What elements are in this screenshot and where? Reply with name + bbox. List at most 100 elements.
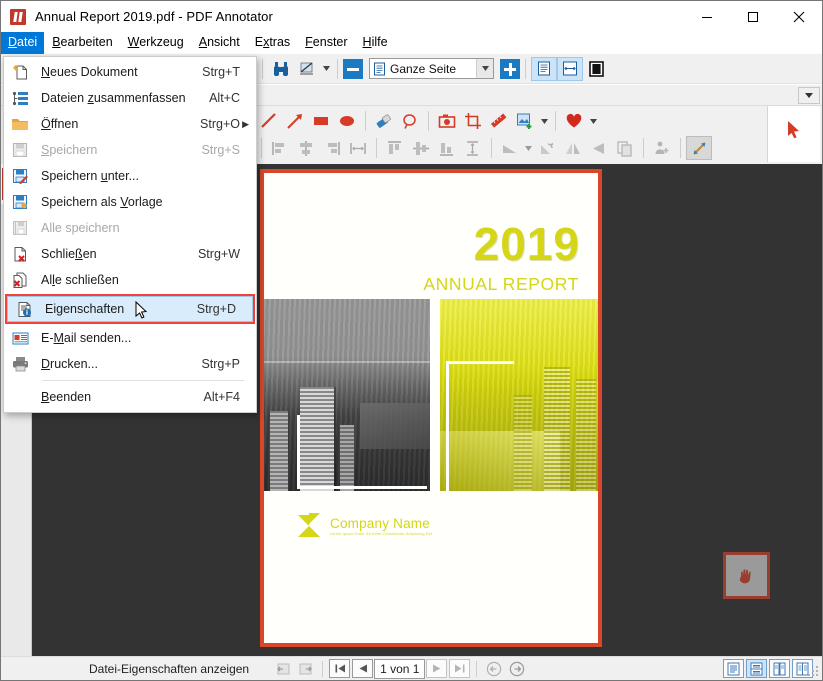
align-center-h-icon[interactable]	[293, 136, 319, 160]
menu-item-drucken[interactable]: Drucken... Strg+P	[4, 351, 256, 377]
first-page-icon[interactable]	[329, 659, 351, 678]
chevron-down-icon[interactable]	[476, 59, 493, 78]
toolbar-separator	[262, 58, 263, 79]
menu-fenster[interactable]: Fenster	[298, 32, 354, 54]
heart-dropdown-arrow[interactable]	[587, 118, 599, 124]
fit-width-icon[interactable]	[557, 56, 583, 81]
menu-item-schliessen[interactable]: Schließen Strg+W	[4, 241, 256, 267]
menu-item-label: Alle speichern	[41, 221, 120, 235]
align-separator-0	[261, 138, 262, 158]
ellipse-icon[interactable]	[334, 109, 360, 133]
pdf-page[interactable]: 2019 ANNUAL REPORT Company Name Lorem Ip…	[260, 169, 602, 647]
view-single-icon[interactable]	[723, 659, 744, 678]
menu-ansicht[interactable]: Ansicht	[192, 32, 247, 54]
align-separator-3	[643, 138, 644, 158]
duplicate-icon[interactable]	[612, 136, 638, 160]
chart-dropdown-arrow[interactable]	[320, 66, 332, 71]
menu-item-oeffnen[interactable]: Öffnen Strg+O ▶	[4, 111, 256, 137]
menu-item-neues-dokument[interactable]: Neues Dokument Strg+T	[4, 59, 256, 85]
heart-stamp-icon[interactable]	[561, 109, 587, 133]
flip-vertical-icon[interactable]	[560, 136, 586, 160]
lasso-icon[interactable]	[397, 109, 423, 133]
rectangle-icon[interactable]	[308, 109, 334, 133]
menu-item-label: Speichern	[41, 143, 98, 157]
align-middle-v-icon[interactable]	[408, 136, 434, 160]
camera-icon[interactable]	[434, 109, 460, 133]
align-separator-2	[491, 138, 492, 158]
rotate-right-icon[interactable]	[534, 136, 560, 160]
align-top-icon[interactable]	[382, 136, 408, 160]
menu-item-beenden[interactable]: Beenden Alt+F4	[4, 384, 256, 410]
menu-werkzeug[interactable]: Werkzeug	[121, 32, 191, 54]
pan-hand-icon[interactable]	[723, 552, 770, 599]
menu-item-label: Schließen	[41, 247, 97, 261]
fit-page-icon[interactable]	[531, 56, 557, 81]
merge-files-icon	[4, 85, 36, 111]
zoom-combobox[interactable]: Ganze Seite	[369, 58, 494, 79]
menu-datei-label-rest: atei	[17, 35, 38, 49]
menu-item-speichern[interactable]: Speichern Strg+S	[4, 137, 256, 163]
eraser-icon[interactable]	[371, 109, 397, 133]
view-facing-icon[interactable]	[769, 659, 790, 678]
next-page-icon[interactable]	[426, 659, 448, 678]
print-icon	[4, 351, 36, 377]
menubar: Datei Bearbeiten Werkzeug Ansicht Extras…	[1, 32, 822, 54]
menu-bearbeiten[interactable]: Bearbeiten	[45, 32, 119, 54]
exit-icon	[4, 384, 36, 410]
zoom-in-button[interactable]	[500, 58, 520, 79]
arrow-icon[interactable]	[282, 109, 308, 133]
find-binoculars-icon[interactable]	[268, 57, 294, 81]
menu-item-accel: Alt+F4	[203, 390, 240, 404]
cover-photo-grayscale	[264, 299, 430, 491]
close-all-icon	[4, 267, 36, 293]
view-continuous-icon[interactable]	[746, 659, 767, 678]
menu-item-eigenschaften[interactable]: Eigenschaften Strg+D	[7, 296, 253, 322]
menu-item-alle-speichern[interactable]: Alle speichern	[4, 215, 256, 241]
back-view-icon[interactable]	[272, 659, 293, 678]
align-right-icon[interactable]	[319, 136, 345, 160]
group-icon[interactable]	[649, 136, 675, 160]
menu-item-dateien-zusammenfassen[interactable]: Dateien zusammenfassen Alt+C	[4, 85, 256, 111]
stamp-dropdown-arrow[interactable]	[538, 118, 550, 124]
menu-item-label: Speichern unter...	[41, 169, 139, 183]
crop-icon[interactable]	[460, 109, 486, 133]
zoom-out-button[interactable]	[343, 58, 363, 79]
align-left-icon[interactable]	[267, 136, 293, 160]
distribute-h-icon[interactable]	[345, 136, 371, 160]
menu-item-label: Beenden	[41, 390, 92, 404]
forward-view-icon[interactable]	[295, 659, 316, 678]
menu-item-speichern-als-vorlage[interactable]: Speichern als Vorlage	[4, 189, 256, 215]
ruler-icon[interactable]	[486, 109, 512, 133]
previous-page-icon[interactable]	[352, 659, 374, 678]
flip-horizontal-icon[interactable]	[586, 136, 612, 160]
minimize-button[interactable]	[684, 1, 730, 32]
distribute-v-icon[interactable]	[460, 136, 486, 160]
pointer-select-icon[interactable]	[767, 106, 820, 162]
menu-item-alle-schliessen[interactable]: Alle schließen	[4, 267, 256, 293]
page-indicator[interactable]: 1 von 1	[374, 658, 426, 679]
history-back-icon[interactable]	[483, 659, 504, 678]
annotation-separator-2	[428, 111, 429, 131]
menu-extras[interactable]: Extras	[248, 32, 297, 54]
rotate-free-icon[interactable]	[497, 136, 523, 160]
align-bottom-icon[interactable]	[434, 136, 460, 160]
save-template-icon	[4, 189, 36, 215]
history-forward-icon[interactable]	[506, 659, 527, 678]
pen-line-icon[interactable]	[256, 109, 282, 133]
resize-grip-icon[interactable]	[808, 666, 819, 677]
menu-datei[interactable]: Datei	[1, 32, 45, 54]
save-as-icon	[4, 163, 36, 189]
file-menu-dropdown[interactable]: Neues Dokument Strg+T Dateien zusammenfa…	[3, 56, 257, 413]
menu-item-email-senden[interactable]: E-Mail senden...	[4, 325, 256, 351]
rotate-dropdown-arrow[interactable]	[523, 145, 534, 151]
menu-item-speichern-unter[interactable]: Speichern unter...	[4, 163, 256, 189]
menu-hilfe[interactable]: Hilfe	[356, 32, 395, 54]
stamp-image-icon[interactable]	[512, 109, 538, 133]
close-button[interactable]	[776, 1, 822, 32]
toolbar-overflow-arrow[interactable]	[798, 87, 820, 104]
resize-icon[interactable]	[686, 136, 712, 160]
maximize-button[interactable]	[730, 1, 776, 32]
chart-tool-icon[interactable]	[294, 57, 320, 81]
last-page-icon[interactable]	[449, 659, 471, 678]
single-page-icon[interactable]	[583, 57, 609, 81]
